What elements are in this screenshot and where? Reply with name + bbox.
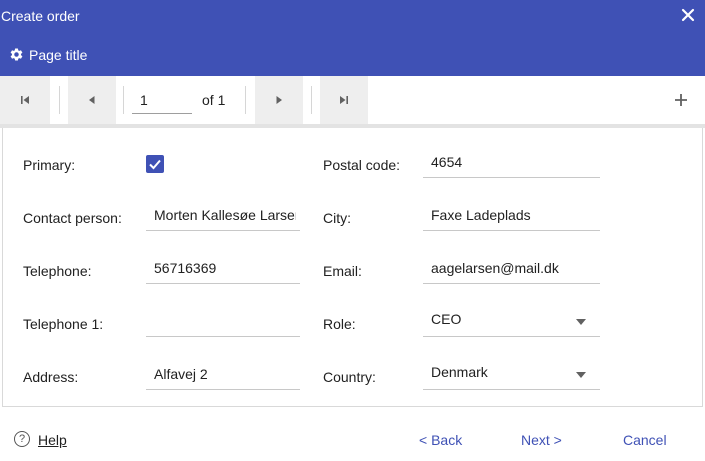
page-count-label: of 1 bbox=[202, 92, 226, 108]
dropdown-arrow-icon bbox=[576, 372, 586, 378]
back-button[interactable]: < Back bbox=[419, 432, 462, 448]
toolbar-divider bbox=[123, 86, 124, 114]
contact-person-value: Morten Kallesøe Larsen bbox=[154, 207, 296, 223]
email-label: Email: bbox=[323, 263, 362, 279]
telephone1-field[interactable] bbox=[146, 306, 300, 337]
pager-toolbar: of 1 bbox=[0, 76, 705, 124]
city-field[interactable]: Faxe Ladeplads bbox=[423, 200, 600, 231]
toolbar-divider bbox=[245, 86, 246, 114]
first-page-button[interactable] bbox=[0, 76, 50, 124]
address-field[interactable]: Alfavej 2 bbox=[146, 359, 300, 390]
telephone-value: 56716369 bbox=[154, 260, 217, 276]
last-page-icon bbox=[340, 96, 348, 104]
country-label: Country: bbox=[323, 369, 376, 385]
postal-code-field[interactable]: 4654 bbox=[423, 147, 600, 178]
country-value: Denmark bbox=[431, 364, 488, 380]
telephone-label: Telephone: bbox=[23, 263, 92, 279]
cancel-button[interactable]: Cancel bbox=[623, 432, 667, 448]
address-value: Alfavej 2 bbox=[154, 366, 208, 382]
toolbar-divider bbox=[59, 86, 60, 114]
last-page-button[interactable] bbox=[320, 76, 368, 124]
dialog-footer: ? Help < Back Next > Cancel bbox=[0, 407, 705, 461]
title-bar: Create order bbox=[0, 0, 705, 32]
telephone1-label: Telephone 1: bbox=[23, 316, 104, 332]
next-page-button[interactable] bbox=[255, 76, 303, 124]
postal-code-label: Postal code: bbox=[323, 157, 401, 173]
create-order-dialog: Create order Page title of 1 bbox=[0, 0, 705, 461]
previous-page-button[interactable] bbox=[68, 76, 116, 124]
primary-label: Primary: bbox=[23, 157, 76, 173]
dropdown-arrow-icon bbox=[576, 319, 586, 325]
postal-code-value: 4654 bbox=[431, 154, 463, 170]
toolbar-divider bbox=[311, 86, 312, 114]
page-number-input[interactable] bbox=[132, 86, 192, 114]
page-header: Page title bbox=[0, 32, 705, 76]
contact-person-field[interactable]: Morten Kallesøe Larsen bbox=[146, 200, 300, 231]
telephone-field[interactable]: 56716369 bbox=[146, 253, 300, 284]
close-icon[interactable] bbox=[680, 7, 696, 23]
role-value: CEO bbox=[431, 311, 462, 327]
city-label: City: bbox=[323, 210, 351, 226]
first-page-icon bbox=[21, 96, 29, 104]
contact-person-label: Contact person: bbox=[23, 210, 122, 226]
email-field[interactable]: aagelarsen@mail.dk bbox=[423, 253, 600, 284]
chevron-left-icon bbox=[89, 96, 95, 104]
address-label: Address: bbox=[23, 369, 79, 385]
help-icon: ? bbox=[14, 431, 30, 447]
window-title: Create order bbox=[1, 8, 80, 24]
role-select[interactable]: CEO bbox=[423, 306, 600, 337]
page-title: Page title bbox=[29, 47, 88, 63]
help-label: Help bbox=[38, 432, 67, 448]
gear-icon bbox=[10, 48, 23, 61]
primary-checkbox[interactable] bbox=[146, 155, 164, 173]
order-form: Primary: Contact person: Morten Kallesøe… bbox=[2, 128, 703, 407]
country-select[interactable]: Denmark bbox=[423, 359, 600, 390]
email-value: aagelarsen@mail.dk bbox=[431, 260, 559, 276]
checkmark-icon bbox=[149, 159, 161, 170]
next-button[interactable]: Next > bbox=[521, 432, 562, 448]
add-icon[interactable] bbox=[671, 90, 691, 110]
chevron-right-icon bbox=[276, 96, 282, 104]
role-label: Role: bbox=[323, 316, 356, 332]
city-value: Faxe Ladeplads bbox=[431, 207, 531, 223]
